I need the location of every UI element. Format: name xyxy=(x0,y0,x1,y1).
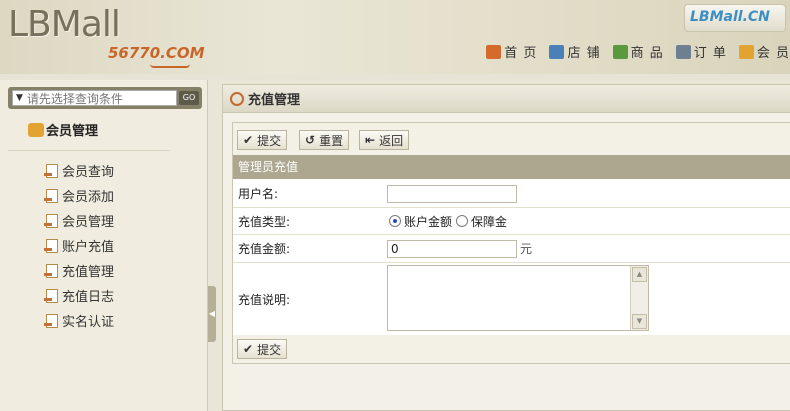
sidebar-item[interactable]: 会员管理 xyxy=(44,208,115,233)
brand-text: LBMall.CN xyxy=(690,9,770,25)
undo-icon: ↺ xyxy=(305,133,316,147)
sidebar-item-label: 实名认证 xyxy=(62,315,115,330)
logo-subtitle: 56770.COM xyxy=(108,44,205,62)
back-icon: ⇤ xyxy=(365,133,376,147)
check-icon: ✔ xyxy=(243,133,254,147)
member-icon xyxy=(738,44,754,59)
sidebar: ▼ 请先选择查询条件 GO 会员管理 会员查询 会员添加 会员管理 账户充值 充值管理充… xyxy=(0,80,208,411)
form-toolbar: ✔ 提交 ↺ 重置 ⇤ 返回 xyxy=(233,123,790,155)
brand-badge: LBMall.CN xyxy=(684,4,786,32)
search-bar: ▼ 请先选择查询条件 GO xyxy=(8,87,202,109)
sidebar-item-label: 会员管理 xyxy=(62,215,115,230)
sidebar-item-label: 会员添加 xyxy=(62,190,115,205)
sidebar-title: 会员管理 xyxy=(28,120,98,139)
document-icon xyxy=(44,213,58,228)
goods-icon xyxy=(612,44,628,59)
document-icon xyxy=(44,238,58,253)
check-icon: ✔ xyxy=(243,342,254,356)
account-balance-radio[interactable] xyxy=(389,215,401,227)
sidebar-item[interactable]: 会员查询 xyxy=(44,158,115,183)
scroll-down-icon[interactable]: ▼ xyxy=(632,314,647,329)
nav-item-1[interactable]: 店 铺 xyxy=(549,42,600,61)
sidebar-menu: 会员查询会员添加会员管理账户充值充值管理充值日志实名认证 xyxy=(44,158,115,333)
sidebar-item-label: 会员查询 xyxy=(62,165,115,180)
reset-button[interactable]: ↺ 重置 xyxy=(299,130,350,150)
note-textarea[interactable]: ▲ ▼ xyxy=(387,265,649,331)
go-button[interactable]: GO xyxy=(179,91,199,105)
back-button[interactable]: ⇤ 返回 xyxy=(359,130,410,150)
sidebar-divider xyxy=(8,150,170,151)
page-title: 充值管理 xyxy=(248,93,301,108)
deposit-label[interactable]: 保障金 xyxy=(471,213,507,230)
home-icon xyxy=(486,44,502,59)
document-icon xyxy=(44,313,58,328)
nav-label: 店 铺 xyxy=(567,46,601,61)
document-icon xyxy=(44,288,58,303)
nav-label: 商 品 xyxy=(630,46,664,61)
username-input[interactable] xyxy=(387,185,517,203)
logo-swoosh xyxy=(150,64,190,68)
amount-label: 充值金额: xyxy=(238,242,291,256)
recharge-form: ✔ 提交 ↺ 重置 ⇤ 返回 管理员充值 用户名: 充值类型: 账户金额 保障金… xyxy=(232,122,790,364)
submit-button[interactable]: ✔ 提交 xyxy=(237,130,288,150)
nav-label: 订 单 xyxy=(693,46,727,61)
type-row: 充值类型: 账户金额 保障金 xyxy=(233,208,790,235)
deposit-radio[interactable] xyxy=(456,215,469,227)
document-icon xyxy=(44,188,58,203)
search-select[interactable]: ▼ 请先选择查询条件 xyxy=(12,90,177,106)
sidebar-item-label: 充值日志 xyxy=(62,290,115,305)
type-label: 充值类型: xyxy=(238,214,291,229)
header: LBMall 56770.COM LBMall.CN 首 页 店 铺 商 品 订 单 会… xyxy=(0,0,790,74)
reset-label: 重置 xyxy=(319,133,344,148)
sidebar-item-label: 充值管理 xyxy=(62,265,115,280)
search-placeholder: 请先选择查询条件 xyxy=(26,91,123,106)
sidebar-item[interactable]: 充值管理 xyxy=(44,258,115,283)
note-label: 充值说明: xyxy=(238,292,291,307)
note-row: 充值说明: ▲ ▼ xyxy=(233,263,790,335)
nav-label: 会 员 xyxy=(756,46,790,61)
sidebar-item[interactable]: 充值日志 xyxy=(44,283,115,308)
scroll-up-icon[interactable]: ▲ xyxy=(632,267,647,282)
sidebar-title-label: 会员管理 xyxy=(46,124,99,139)
nav-item-4[interactable]: 会 员 xyxy=(738,42,790,61)
nav-item-2[interactable]: 商 品 xyxy=(612,42,664,61)
back-label: 返回 xyxy=(379,133,404,148)
recharge-type-options: 账户金额 保障金 xyxy=(389,213,507,230)
top-nav: 首 页店 铺商 品订 单会 员 xyxy=(474,42,790,61)
document-icon xyxy=(44,263,58,278)
section-title: 管理员充值 xyxy=(233,155,790,179)
document-icon xyxy=(44,163,58,178)
nav-label: 首 页 xyxy=(504,46,538,61)
order-icon xyxy=(675,44,691,59)
panel-header: 充值管理 xyxy=(223,85,790,113)
account-balance-label[interactable]: 账户金额 xyxy=(404,213,452,230)
textarea-scrollbar[interactable]: ▲ ▼ xyxy=(630,266,648,330)
form-footer: ✔ 提交 xyxy=(233,335,790,363)
sidebar-item[interactable]: 会员添加 xyxy=(44,183,115,208)
dropdown-arrow-icon[interactable]: ▼ xyxy=(16,93,23,103)
gear-icon xyxy=(230,91,244,106)
sidebar-item[interactable]: 账户充值 xyxy=(44,233,115,258)
members-icon xyxy=(28,122,44,137)
nav-item-3[interactable]: 订 单 xyxy=(675,42,727,61)
bottom-submit-button[interactable]: ✔ 提交 xyxy=(237,339,288,359)
sidebar-item[interactable]: 实名认证 xyxy=(44,308,115,333)
submit-label: 提交 xyxy=(257,133,282,148)
username-label: 用户名: xyxy=(238,186,279,201)
store-icon xyxy=(549,44,565,59)
collapse-sidebar-handle[interactable]: ◀ xyxy=(208,286,216,342)
bottom-submit-label: 提交 xyxy=(257,342,282,357)
sidebar-item-label: 账户充值 xyxy=(62,240,115,255)
amount-unit: 元 xyxy=(520,242,533,256)
username-row: 用户名: xyxy=(233,179,790,208)
amount-row: 充值金额: 0 元 xyxy=(233,235,790,263)
logo: LBMall xyxy=(8,4,121,45)
amount-input[interactable]: 0 xyxy=(387,240,517,258)
nav-item-0[interactable]: 首 页 xyxy=(486,42,537,61)
